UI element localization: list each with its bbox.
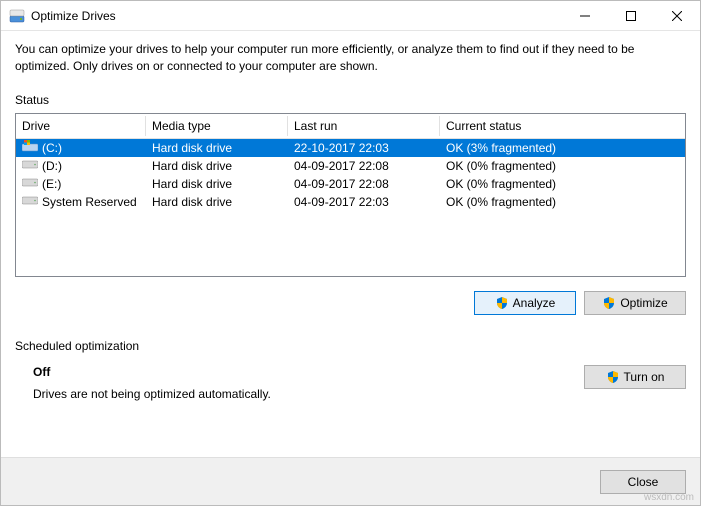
close-label: Close: [628, 475, 659, 489]
drive-cell: (E:): [16, 176, 146, 191]
turn-on-button[interactable]: Turn on: [584, 365, 686, 389]
scheduled-desc: Drives are not being optimized automatic…: [33, 387, 271, 401]
minimize-button[interactable]: [562, 1, 608, 31]
drive-name: (E:): [42, 177, 61, 191]
scheduled-label: Scheduled optimization: [15, 339, 686, 353]
scheduled-state: Off: [33, 365, 271, 379]
status-cell: OK (0% fragmented): [440, 177, 685, 191]
column-media[interactable]: Media type: [146, 114, 288, 138]
bottom-bar: Close: [1, 457, 700, 505]
last-run-cell: 04-09-2017 22:03: [288, 195, 440, 209]
content-area: You can optimize your drives to help you…: [1, 31, 700, 401]
table-row[interactable]: System Reserved Hard disk drive04-09-2017…: [16, 193, 685, 211]
drive-name: (C:): [42, 141, 62, 155]
table-row[interactable]: (C:) Hard disk drive22-10-2017 22:03OK (3…: [16, 139, 685, 157]
shield-icon: [495, 296, 509, 310]
drive-buttons: Analyze Optimize: [15, 291, 686, 315]
intro-text: You can optimize your drives to help you…: [15, 41, 686, 75]
drive-cell: (C:): [16, 140, 146, 155]
media-cell: Hard disk drive: [146, 141, 288, 155]
drive-icon: [22, 140, 38, 155]
last-run-cell: 04-09-2017 22:08: [288, 159, 440, 173]
analyze-label: Analyze: [513, 296, 556, 310]
titlebar: Optimize Drives: [1, 1, 700, 31]
drive-icon: [22, 158, 38, 173]
status-cell: OK (3% fragmented): [440, 141, 685, 155]
drive-name: (D:): [42, 159, 62, 173]
media-cell: Hard disk drive: [146, 177, 288, 191]
close-dialog-button[interactable]: Close: [600, 470, 686, 494]
analyze-button[interactable]: Analyze: [474, 291, 576, 315]
list-header: Drive Media type Last run Current status: [16, 114, 685, 139]
media-cell: Hard disk drive: [146, 195, 288, 209]
optimize-button[interactable]: Optimize: [584, 291, 686, 315]
column-status[interactable]: Current status: [440, 114, 685, 138]
shield-icon: [606, 370, 620, 384]
drive-icon: [22, 176, 38, 191]
maximize-button[interactable]: [608, 1, 654, 31]
table-row[interactable]: (D:) Hard disk drive04-09-2017 22:08OK (0…: [16, 157, 685, 175]
close-button[interactable]: [654, 1, 700, 31]
drive-cell: System Reserved: [16, 194, 146, 209]
drive-name: System Reserved: [42, 195, 137, 209]
drive-icon: [22, 194, 38, 209]
watermark: wsxdn.com: [644, 492, 694, 503]
last-run-cell: 04-09-2017 22:08: [288, 177, 440, 191]
last-run-cell: 22-10-2017 22:03: [288, 141, 440, 155]
column-drive[interactable]: Drive: [16, 114, 146, 138]
status-cell: OK (0% fragmented): [440, 195, 685, 209]
optimize-label: Optimize: [620, 296, 667, 310]
drive-list[interactable]: Drive Media type Last run Current status…: [15, 113, 686, 277]
media-cell: Hard disk drive: [146, 159, 288, 173]
column-last-run[interactable]: Last run: [288, 114, 440, 138]
status-label: Status: [15, 93, 686, 107]
drive-cell: (D:): [16, 158, 146, 173]
scheduled-section: Scheduled optimization Off Drives are no…: [15, 339, 686, 401]
shield-icon: [602, 296, 616, 310]
status-cell: OK (0% fragmented): [440, 159, 685, 173]
turn-on-label: Turn on: [624, 370, 665, 384]
app-icon: [9, 8, 25, 24]
window-title: Optimize Drives: [31, 9, 562, 23]
table-row[interactable]: (E:) Hard disk drive04-09-2017 22:08OK (0…: [16, 175, 685, 193]
